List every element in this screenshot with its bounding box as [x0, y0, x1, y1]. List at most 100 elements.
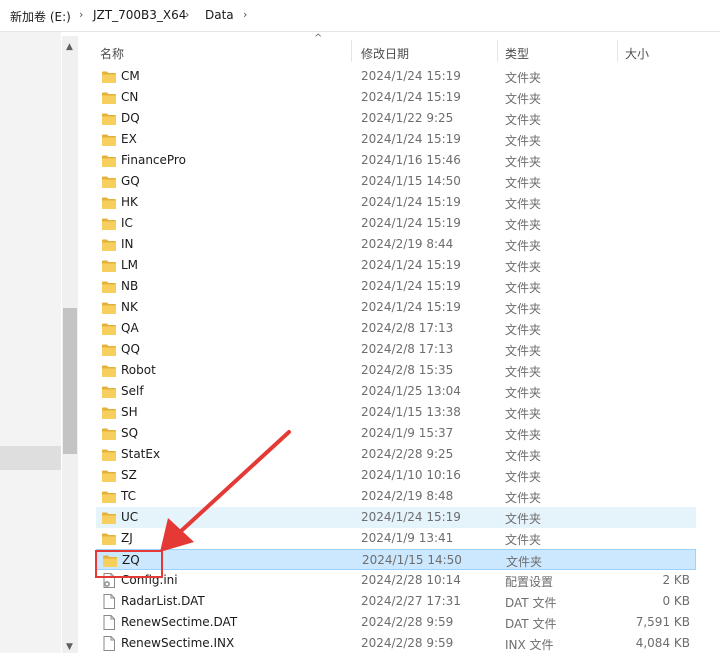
table-row[interactable]: QQ 2024/2/8 17:13 文件夹 [96, 339, 696, 360]
column-divider[interactable] [351, 40, 352, 62]
file-name: IN [121, 237, 134, 251]
file-type: 文件夹 [505, 113, 542, 127]
file-name: HK [121, 195, 138, 209]
file-type: 文件夹 [505, 491, 542, 505]
file-name: StatEx [121, 447, 161, 461]
file-date: 2024/1/15 14:50 [361, 174, 461, 188]
file-type: 文件夹 [505, 218, 542, 232]
file-type: DAT 文件 [505, 596, 557, 610]
navigation-pane[interactable] [0, 32, 61, 653]
table-row[interactable]: CM 2024/1/24 15:19 文件夹 [96, 66, 696, 87]
scroll-up-arrow-icon[interactable]: ▲ [66, 42, 73, 52]
table-row[interactable]: SQ 2024/1/9 15:37 文件夹 [96, 423, 696, 444]
file-date: 2024/1/24 15:19 [361, 279, 461, 293]
file-name: SH [121, 405, 138, 419]
file-name: RenewSectime.DAT [121, 615, 238, 629]
table-row[interactable]: UC 2024/1/24 15:19 文件夹 [96, 507, 696, 528]
column-header: ^ 名称 修改日期 类型 大小 [96, 33, 720, 66]
file-date: 2024/1/24 15:19 [361, 90, 461, 104]
file-type: 文件夹 [505, 533, 542, 547]
file-name: RenewSectime.INX [121, 636, 235, 650]
column-name[interactable]: 名称 [100, 45, 124, 62]
file-name: GQ [121, 174, 140, 188]
file-name: EX [121, 132, 137, 146]
file-name: IC [121, 216, 133, 230]
table-row[interactable]: RadarList.DAT 2024/2/27 17:31 DAT 文件 0 KB [96, 591, 696, 612]
file-type: 文件夹 [505, 470, 542, 484]
table-row[interactable]: NB 2024/1/24 15:19 文件夹 [96, 276, 696, 297]
table-row[interactable]: LM 2024/1/24 15:19 文件夹 [96, 255, 696, 276]
column-date[interactable]: 修改日期 [361, 45, 409, 62]
file-date: 2024/2/19 8:48 [361, 489, 454, 503]
table-row[interactable]: StatEx 2024/2/28 9:25 文件夹 [96, 444, 696, 465]
table-row[interactable]: SZ 2024/1/10 10:16 文件夹 [96, 465, 696, 486]
table-row[interactable]: QA 2024/2/8 17:13 文件夹 [96, 318, 696, 339]
file-date: 2024/1/24 15:19 [361, 195, 461, 209]
table-row[interactable]: EX 2024/1/24 15:19 文件夹 [96, 129, 696, 150]
file-date: 2024/1/24 15:19 [361, 69, 461, 83]
file-name: Self [121, 384, 144, 398]
table-row[interactable]: ZJ 2024/1/9 13:41 文件夹 [96, 528, 696, 549]
scroll-down-arrow-icon[interactable]: ▼ [66, 642, 73, 652]
breadcrumb-chevron-icon[interactable]: › [243, 8, 247, 21]
table-row[interactable]: IN 2024/2/19 8:44 文件夹 [96, 234, 696, 255]
scrollbar-thumb[interactable] [63, 308, 77, 454]
table-row[interactable]: Robot 2024/2/8 15:35 文件夹 [96, 360, 696, 381]
address-bar[interactable]: 新加卷 (E:) › JZT_700B3_X64 › Data › [0, 0, 720, 32]
file-name: ZJ [121, 531, 133, 545]
file-date: 2024/2/8 17:13 [361, 342, 454, 356]
file-type: 文件夹 [505, 134, 542, 148]
file-size: 0 KB [662, 594, 690, 608]
column-size[interactable]: 大小 [625, 45, 649, 62]
table-row[interactable]: ZQ 2024/1/15 14:50 文件夹 [96, 549, 696, 570]
file-type: 文件夹 [505, 302, 542, 316]
file-date: 2024/2/28 9:25 [361, 447, 454, 461]
file-date: 2024/2/8 15:35 [361, 363, 454, 377]
breadcrumb-folder[interactable]: JZT_700B3_X64 [93, 8, 186, 22]
table-row[interactable]: IC 2024/1/24 15:19 文件夹 [96, 213, 696, 234]
column-divider[interactable] [617, 40, 618, 62]
column-divider[interactable] [497, 40, 498, 62]
breadcrumb-chevron-icon[interactable]: › [79, 8, 83, 21]
annotation-highlight-box [95, 550, 163, 578]
file-name: CM [121, 69, 140, 83]
file-date: 2024/1/15 13:38 [361, 405, 461, 419]
file-name: QA [121, 321, 139, 335]
file-type: 文件夹 [505, 428, 542, 442]
file-type: 文件夹 [505, 512, 542, 526]
file-name: NB [121, 279, 139, 293]
table-row[interactable]: Self 2024/1/25 13:04 文件夹 [96, 381, 696, 402]
table-row[interactable]: FinancePro 2024/1/16 15:46 文件夹 [96, 150, 696, 171]
file-size: 4,084 KB [635, 636, 690, 650]
table-row[interactable]: Config.ini 2024/2/28 10:14 配置设置 2 KB [96, 570, 696, 591]
file-date: 2024/1/24 15:19 [361, 258, 461, 272]
table-row[interactable]: SH 2024/1/15 13:38 文件夹 [96, 402, 696, 423]
file-date: 2024/1/24 15:19 [361, 216, 461, 230]
table-row[interactable]: RenewSectime.DAT 2024/2/28 9:59 DAT 文件 7,59… [96, 612, 696, 633]
table-row[interactable]: RenewSectime.INX 2024/2/28 9:59 INX 文件 4,08… [96, 633, 696, 654]
file-type: 文件夹 [505, 323, 542, 337]
navigation-selected-item[interactable] [0, 446, 61, 470]
file-name: SZ [121, 468, 137, 482]
table-row[interactable]: HK 2024/1/24 15:19 文件夹 [96, 192, 696, 213]
file-type: 文件夹 [505, 71, 542, 85]
file-date: 2024/2/28 9:59 [361, 615, 454, 629]
file-type: DAT 文件 [505, 617, 557, 631]
file-type: 配置设置 [505, 575, 554, 589]
file-date: 2024/2/19 8:44 [361, 237, 454, 251]
file-date: 2024/2/27 17:31 [361, 594, 461, 608]
breadcrumb-drive[interactable]: 新加卷 (E:) [10, 8, 71, 25]
file-type: 文件夹 [505, 365, 542, 379]
file-date: 2024/2/28 10:14 [361, 573, 461, 587]
file-type: 文件夹 [505, 155, 542, 169]
table-row[interactable]: TC 2024/2/19 8:48 文件夹 [96, 486, 696, 507]
table-row[interactable]: CN 2024/1/24 15:19 文件夹 [96, 87, 696, 108]
breadcrumb-current[interactable]: Data [205, 8, 234, 22]
file-type: 文件夹 [505, 407, 542, 421]
table-row[interactable]: NK 2024/1/24 15:19 文件夹 [96, 297, 696, 318]
file-type: 文件夹 [505, 260, 542, 274]
table-row[interactable]: GQ 2024/1/15 14:50 文件夹 [96, 171, 696, 192]
column-type[interactable]: 类型 [505, 45, 529, 62]
breadcrumb-chevron-icon[interactable]: › [185, 8, 189, 21]
table-row[interactable]: DQ 2024/1/22 9:25 文件夹 [96, 108, 696, 129]
